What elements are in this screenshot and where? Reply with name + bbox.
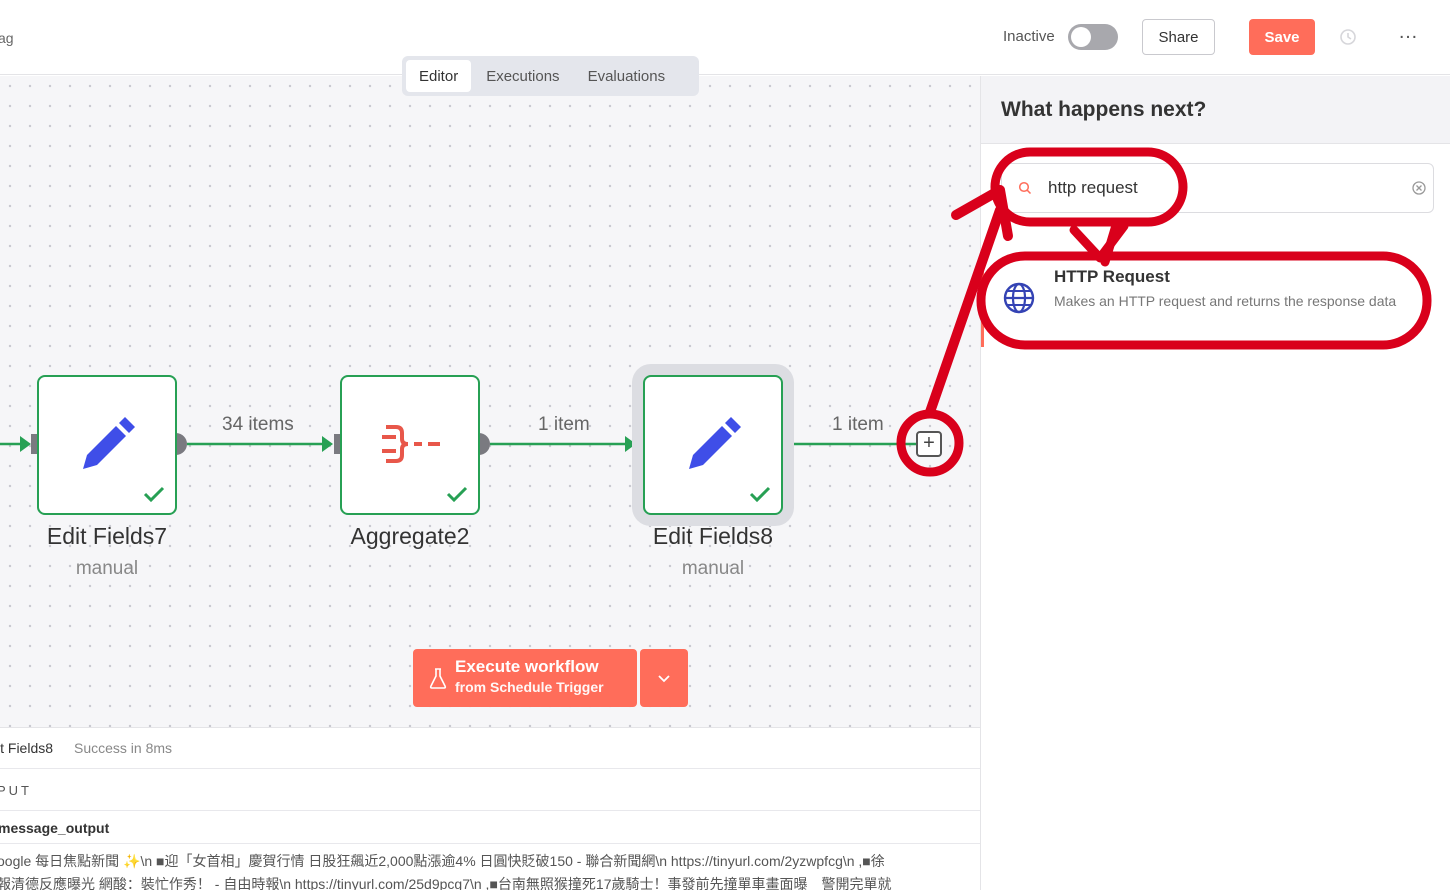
log-section-header[interactable]: PUT bbox=[0, 769, 980, 811]
globe-icon bbox=[1003, 282, 1035, 314]
result-title: HTTP Request bbox=[1054, 267, 1170, 286]
connection-label: 1 item bbox=[832, 414, 884, 435]
search-input[interactable] bbox=[1048, 176, 1388, 200]
history-icon[interactable] bbox=[1338, 27, 1358, 47]
connection-label: 34 items bbox=[222, 414, 294, 435]
connections-layer bbox=[0, 433, 916, 455]
aggregate-icon bbox=[382, 425, 440, 463]
node-title: Edit Fields7 bbox=[46, 523, 168, 549]
node-edit-fields7[interactable] bbox=[37, 375, 177, 515]
panel-header: What happens next? bbox=[981, 76, 1450, 144]
execute-sublabel: from Schedule Trigger bbox=[455, 679, 604, 695]
active-toggle[interactable] bbox=[1068, 24, 1118, 50]
clear-icon[interactable] bbox=[1411, 180, 1427, 196]
pencil-icon bbox=[689, 417, 741, 469]
tab-executions[interactable]: Executions bbox=[473, 60, 572, 92]
success-check-icon bbox=[143, 486, 165, 503]
pencil-icon bbox=[83, 417, 135, 469]
execution-log-panel: it Fields8 Success in 8ms PUT message_ou… bbox=[0, 727, 980, 890]
node-subtitle: manual bbox=[681, 558, 745, 579]
node-edit-fields8[interactable] bbox=[643, 375, 783, 515]
connection-label: 1 item bbox=[538, 414, 590, 435]
success-check-icon bbox=[446, 486, 468, 503]
tab-editor[interactable]: Editor bbox=[406, 60, 472, 92]
search-result-http-request[interactable]: HTTP Request Makes an HTTP request and r… bbox=[981, 261, 1450, 347]
log-value-line: oogle 每日焦點新聞 ✨\n ■迎「女首相」慶賀行情 日股狂飆近2,000點… bbox=[0, 853, 885, 869]
log-node-name: it Fields8 bbox=[0, 740, 54, 756]
log-value-line: 報清德反應曝光 網酸：裝忙作秀！ - 自由時報\n https://tinyur… bbox=[0, 876, 892, 890]
share-button[interactable]: Share bbox=[1142, 19, 1215, 55]
add-node-button[interactable]: + bbox=[916, 431, 942, 457]
tab-evaluations[interactable]: Evaluations bbox=[575, 60, 679, 92]
log-field-header: message_output bbox=[0, 811, 980, 844]
active-status-label: Inactive bbox=[1003, 28, 1055, 45]
log-section-label: PUT bbox=[0, 783, 32, 798]
node-aggregate2[interactable] bbox=[340, 375, 480, 515]
node-subtitle: manual bbox=[75, 558, 139, 579]
node-title: Edit Fields8 bbox=[652, 523, 774, 549]
success-check-icon bbox=[749, 486, 771, 503]
chevron-down-icon bbox=[658, 675, 670, 683]
log-field-name: message_output bbox=[0, 820, 110, 836]
panel-title: What happens next? bbox=[1001, 98, 1207, 121]
execute-options-button[interactable] bbox=[640, 649, 688, 707]
flask-icon bbox=[429, 668, 447, 689]
execute-workflow-button[interactable]: Execute workflow from Schedule Trigger bbox=[413, 649, 637, 707]
node-title: Aggregate2 bbox=[350, 523, 470, 549]
node-creator-panel: What happens next? HTTP Request Makes an… bbox=[980, 76, 1450, 890]
result-description: Makes an HTTP request and returns the re… bbox=[1054, 293, 1397, 309]
save-button[interactable]: Save bbox=[1249, 19, 1315, 55]
log-header[interactable]: it Fields8 Success in 8ms bbox=[0, 728, 980, 769]
node-search-box[interactable] bbox=[1001, 163, 1434, 213]
search-icon bbox=[1018, 181, 1032, 195]
execute-label: Execute workflow bbox=[455, 657, 599, 676]
log-status: Success in 8ms bbox=[74, 740, 173, 756]
view-tabs: Editor Executions Evaluations bbox=[402, 56, 699, 96]
more-options-icon[interactable]: … bbox=[1398, 22, 1422, 46]
